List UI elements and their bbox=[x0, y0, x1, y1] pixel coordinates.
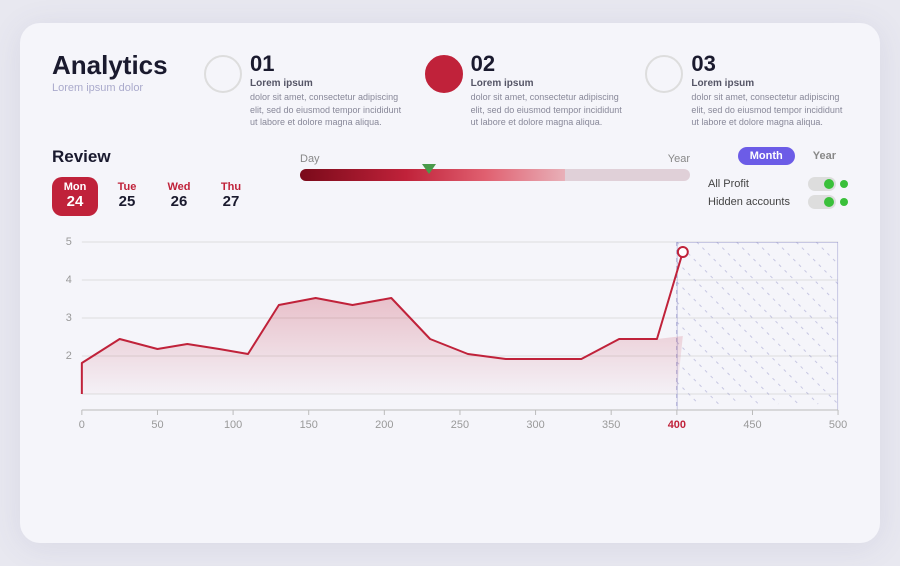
chart-svg: 5 4 3 2 bbox=[52, 232, 848, 432]
review-left: Review Mon 24 Tue 25 Wed 26 Thu 27 bbox=[52, 147, 282, 216]
legend-all-profit: All Profit bbox=[708, 177, 848, 191]
title-block: Analytics Lorem ipsum dolor bbox=[52, 51, 172, 94]
svg-text:3: 3 bbox=[66, 312, 72, 324]
all-profit-indicator bbox=[840, 180, 848, 188]
toggle-row: Month Year bbox=[738, 147, 848, 165]
stat-item-1: 01 Lorem ipsum dolor sit amet, consectet… bbox=[204, 53, 407, 129]
app-subtitle: Lorem ipsum dolor bbox=[52, 82, 172, 94]
stat-number-2: 02 bbox=[471, 53, 628, 75]
svg-text:200: 200 bbox=[375, 419, 393, 431]
toggle-year-button[interactable]: Year bbox=[801, 147, 848, 165]
svg-text:500: 500 bbox=[829, 419, 847, 431]
legend-hidden-accounts-label: Hidden accounts bbox=[708, 196, 790, 208]
review-section: Review Mon 24 Tue 25 Wed 26 Thu 27 bbox=[52, 147, 848, 216]
legend-all-profit-label: All Profit bbox=[708, 178, 749, 190]
legend-hidden-accounts: Hidden accounts bbox=[708, 195, 848, 209]
stats-row: 01 Lorem ipsum dolor sit amet, consectet… bbox=[204, 53, 848, 129]
hidden-accounts-track bbox=[808, 195, 836, 209]
stat-circle-1 bbox=[204, 55, 242, 93]
slider-label-day: Day bbox=[300, 153, 320, 165]
day-wed[interactable]: Wed 26 bbox=[156, 177, 202, 216]
slider-thumb bbox=[422, 164, 436, 174]
stat-circle-2 bbox=[425, 55, 463, 93]
day-mon[interactable]: Mon 24 bbox=[52, 177, 98, 216]
stat-item-2: 02 Lorem ipsum dolor sit amet, consectet… bbox=[425, 53, 628, 129]
legend-all-profit-switch[interactable] bbox=[808, 177, 848, 191]
svg-text:250: 250 bbox=[451, 419, 469, 431]
toggle-month-button[interactable]: Month bbox=[738, 147, 795, 165]
stat-content-2: 02 Lorem ipsum dolor sit amet, consectet… bbox=[471, 53, 628, 129]
stat-circle-3 bbox=[645, 55, 683, 93]
chart-area: 5 4 3 2 bbox=[52, 232, 848, 432]
stat-content-3: 03 Lorem ipsum dolor sit amet, consectet… bbox=[691, 53, 848, 129]
day-selector: Mon 24 Tue 25 Wed 26 Thu 27 bbox=[52, 177, 282, 216]
slider-label-year: Year bbox=[668, 153, 690, 165]
day-tue[interactable]: Tue 25 bbox=[104, 177, 150, 216]
slider-area: Day Year bbox=[300, 147, 690, 181]
stat-text-3: Lorem ipsum dolor sit amet, consectetur … bbox=[691, 77, 848, 129]
slider-track[interactable] bbox=[300, 169, 690, 181]
svg-text:300: 300 bbox=[526, 419, 544, 431]
svg-text:350: 350 bbox=[602, 419, 620, 431]
stat-text-1: Lorem ipsum dolor sit amet, consectetur … bbox=[250, 77, 407, 129]
review-title: Review bbox=[52, 147, 282, 167]
hidden-accounts-indicator bbox=[840, 198, 848, 206]
svg-text:0: 0 bbox=[79, 419, 85, 431]
legend-hidden-accounts-switch[interactable] bbox=[808, 195, 848, 209]
analytics-card: Analytics Lorem ipsum dolor 01 Lorem ips… bbox=[20, 23, 880, 543]
legend-area: Month Year All Profit Hidden accounts bbox=[708, 147, 848, 209]
stat-text-2: Lorem ipsum dolor sit amet, consectetur … bbox=[471, 77, 628, 129]
hidden-accounts-dot bbox=[824, 197, 834, 207]
svg-text:100: 100 bbox=[224, 419, 242, 431]
svg-text:2: 2 bbox=[66, 350, 72, 362]
stat-content-1: 01 Lorem ipsum dolor sit amet, consectet… bbox=[250, 53, 407, 129]
stat-item-3: 03 Lorem ipsum dolor sit amet, consectet… bbox=[645, 53, 848, 129]
all-profit-dot bbox=[824, 179, 834, 189]
stat-number-1: 01 bbox=[250, 53, 407, 75]
slider-labels: Day Year bbox=[300, 153, 690, 165]
svg-text:4: 4 bbox=[66, 274, 72, 286]
chart-peak-point bbox=[678, 247, 688, 257]
svg-text:5: 5 bbox=[66, 236, 72, 248]
app-title: Analytics bbox=[52, 51, 172, 80]
header-row: Analytics Lorem ipsum dolor 01 Lorem ips… bbox=[52, 51, 848, 129]
svg-text:400: 400 bbox=[668, 419, 686, 431]
svg-text:50: 50 bbox=[151, 419, 163, 431]
day-thu[interactable]: Thu 27 bbox=[208, 177, 254, 216]
svg-text:450: 450 bbox=[743, 419, 761, 431]
stat-number-3: 03 bbox=[691, 53, 848, 75]
all-profit-track bbox=[808, 177, 836, 191]
svg-text:150: 150 bbox=[300, 419, 318, 431]
